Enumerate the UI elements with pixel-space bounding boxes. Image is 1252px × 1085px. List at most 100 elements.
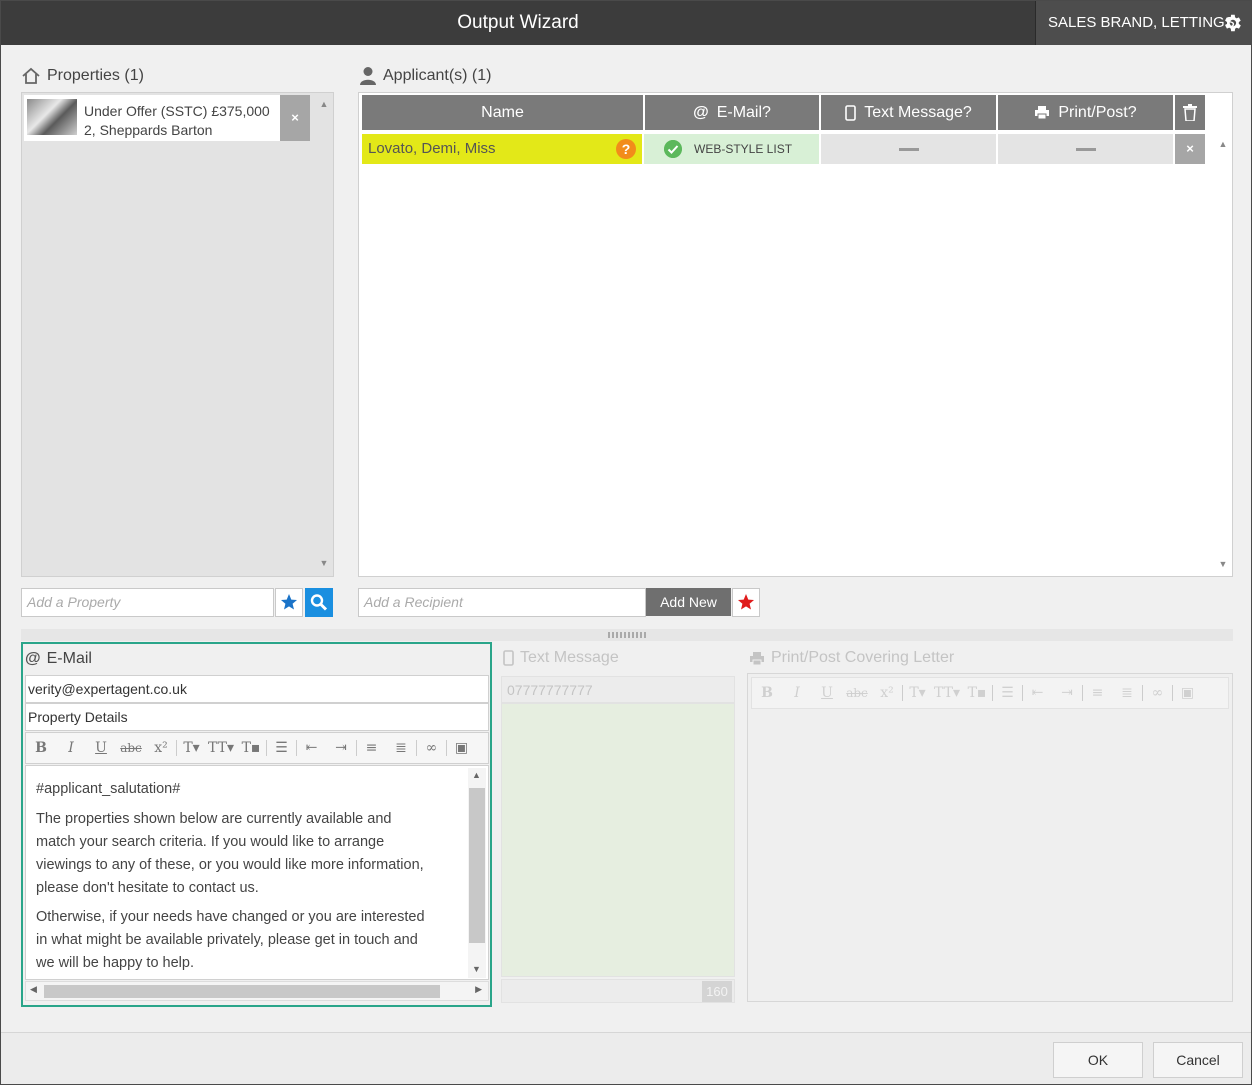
paste-icon[interactable]: ▣ [446, 740, 476, 756]
font-size-icon[interactable]: TT▾ [206, 740, 236, 756]
email-format-toolbar: B I U abc x² T▾ TT▾ T▪ ☰ ⇤ ⇥ ≡ ≣ ∞ ▣ [25, 732, 489, 764]
editor-vertical-scrollbar[interactable]: ▲ ▼ [468, 768, 486, 978]
column-name[interactable]: Name [362, 95, 643, 130]
email-header: @ E-Mail [25, 650, 92, 668]
applicant-name-cell[interactable]: Lovato, Demi, Miss ? [362, 134, 642, 164]
properties-list: Under Offer (SSTC) £375,000 2, Sheppards… [21, 92, 334, 577]
add-property-input[interactable]: Add a Property [21, 588, 274, 617]
bold-icon[interactable]: B [26, 740, 56, 756]
superscript-icon: x² [880, 685, 894, 701]
phone-icon [845, 104, 856, 121]
at-icon: @ [25, 650, 41, 667]
none-dash-icon [898, 148, 919, 151]
sms-label: Text Message [520, 649, 619, 666]
sms-number-field: 07777777777 [501, 676, 735, 703]
phone-icon [503, 650, 514, 666]
property-item[interactable]: Under Offer (SSTC) £375,000 2, Sheppards… [24, 95, 310, 141]
cancel-button[interactable]: Cancel [1153, 1042, 1243, 1078]
scroll-down-icon[interactable]: ▼ [1216, 559, 1230, 569]
email-subject-field[interactable]: Property Details [25, 703, 489, 731]
none-dash-icon [1075, 148, 1096, 151]
printer-icon [750, 651, 764, 665]
column-email[interactable]: @ E-Mail? [645, 95, 819, 130]
italic-icon: I [794, 685, 800, 701]
applicants-header: Applicant(s) (1) [359, 66, 491, 86]
column-name-label: Name [481, 104, 524, 121]
star-icon [281, 594, 297, 610]
scroll-left-icon[interactable]: ◀ [30, 984, 37, 995]
outdent-icon[interactable]: ⇤ [296, 740, 326, 756]
bullet-list-icon[interactable]: ☰ [266, 740, 296, 756]
property-thumbnail [27, 99, 77, 135]
scroll-thumb[interactable] [44, 985, 440, 998]
star-icon [738, 594, 754, 610]
align-left-icon[interactable]: ≡ [356, 740, 386, 756]
bullet-list-icon: ☰ [992, 685, 1022, 701]
sms-char-count: 160 [702, 981, 732, 1002]
font-size-icon: TT▾ [934, 685, 960, 701]
output-wizard-window: Output Wizard SALES BRAND, LETTINGS Prop… [0, 0, 1252, 1085]
email-body-paragraph: Otherwise, if your needs have changed or… [36, 909, 425, 971]
print-letter-editor: B I U abc x² T▾ TT▾ T▪ ☰ ⇤ ⇥ ≡ ≣ ∞ ▣ [747, 673, 1233, 1002]
email-body-paragraph: The properties shown below are currently… [36, 811, 424, 896]
grip-icon[interactable] [608, 632, 648, 638]
scroll-thumb[interactable] [469, 788, 485, 943]
ok-button[interactable]: OK [1053, 1042, 1143, 1078]
scroll-down-icon[interactable]: ▼ [472, 964, 481, 974]
search-icon [310, 594, 328, 611]
column-print-post[interactable]: Print/Post? [998, 95, 1173, 130]
print-format-toolbar: B I U abc x² T▾ TT▾ T▪ ☰ ⇤ ⇥ ≡ ≣ ∞ ▣ [751, 677, 1229, 709]
link-icon: ∞ [1142, 685, 1172, 701]
editor-horizontal-scrollbar[interactable]: ◀ ▶ [25, 981, 489, 1001]
panel-splitter[interactable] [21, 629, 1233, 641]
person-icon [360, 67, 376, 85]
home-icon [22, 67, 40, 84]
search-property-button[interactable] [305, 588, 333, 617]
add-recipient-input[interactable]: Add a Recipient [358, 588, 646, 617]
email-body-editor[interactable]: #applicant_salutation# The properties sh… [25, 765, 489, 980]
applicant-sms-cell[interactable] [821, 134, 996, 164]
indent-icon[interactable]: ⇥ [326, 740, 356, 756]
applicant-email-cell[interactable]: WEB-STYLE LIST [644, 134, 819, 164]
email-body-salutation: #applicant_salutation# [36, 781, 181, 797]
email-to-field[interactable]: verity@expertagent.co.uk [25, 675, 489, 703]
font-color-icon[interactable]: T▪ [236, 740, 266, 756]
property-address: 2, Sheppards Barton [84, 122, 213, 138]
favourite-property-button[interactable] [275, 588, 303, 617]
justify-icon: ≣ [1121, 685, 1133, 701]
remove-property-button[interactable]: × [280, 95, 310, 141]
underline-icon: U [821, 685, 833, 701]
justify-icon[interactable]: ≣ [386, 740, 416, 756]
trash-icon [1183, 104, 1197, 121]
strikethrough-icon[interactable]: abc [116, 741, 146, 755]
scroll-right-icon[interactable]: ▶ [475, 984, 482, 995]
applicant-name: Lovato, Demi, Miss [368, 140, 496, 157]
applicant-print-cell[interactable] [998, 134, 1173, 164]
favourite-recipient-button[interactable] [732, 588, 760, 617]
superscript-icon[interactable]: x² [146, 740, 176, 756]
add-new-button[interactable]: Add New [646, 588, 731, 616]
italic-icon[interactable]: I [56, 740, 86, 756]
question-icon[interactable]: ? [616, 139, 636, 159]
applicants-label: Applicant(s) (1) [383, 67, 492, 84]
underline-icon[interactable]: U [86, 740, 116, 756]
property-status-price: Under Offer (SSTC) £375,000 [84, 103, 270, 119]
brand-selector[interactable]: SALES BRAND, LETTINGS [1035, 1, 1251, 45]
link-icon[interactable]: ∞ [416, 740, 446, 756]
scroll-up-icon[interactable]: ▲ [1216, 139, 1230, 149]
indent-icon: ⇥ [1061, 685, 1073, 701]
scroll-up-icon[interactable]: ▲ [472, 770, 481, 780]
font-family-icon: T▾ [902, 685, 932, 701]
font-family-icon[interactable]: T▾ [176, 740, 206, 756]
titlebar: Output Wizard SALES BRAND, LETTINGS [1, 1, 1251, 45]
sms-footer: 160 [501, 979, 735, 1003]
dialog-footer: OK Cancel [1, 1032, 1251, 1084]
scroll-up-icon[interactable]: ▲ [317, 99, 331, 109]
window-title: Output Wizard [457, 12, 579, 33]
gear-icon[interactable] [1221, 12, 1243, 34]
column-text-message[interactable]: Text Message? [821, 95, 996, 130]
scroll-down-icon[interactable]: ▼ [317, 558, 331, 568]
remove-applicant-button[interactable]: × [1175, 134, 1205, 164]
clear-all-button[interactable] [1175, 95, 1205, 130]
column-sms-label: Text Message? [864, 104, 972, 121]
